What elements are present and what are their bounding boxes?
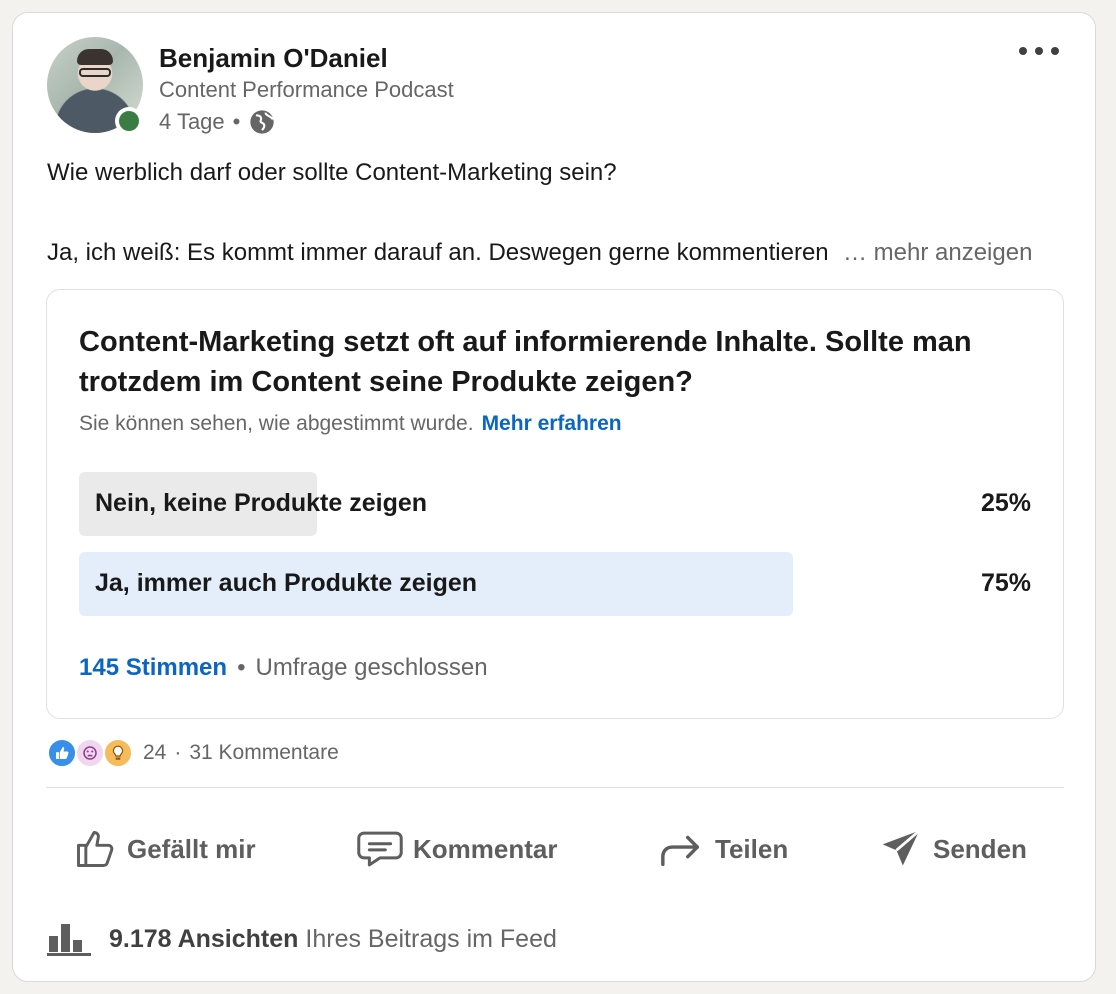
analytics-bar-icon (47, 924, 91, 956)
post-timestamp: 4 Tage (159, 109, 225, 134)
comment-icon (357, 831, 403, 867)
reaction-counts: 24 · 31 Kommentare (143, 741, 339, 765)
social-counts[interactable]: 24 · 31 Kommentare (47, 737, 339, 769)
comment-button[interactable]: Kommentar (357, 825, 557, 873)
author-subtitle: Content Performance Podcast (159, 77, 454, 102)
meta-separator: • (232, 109, 241, 134)
poll-footer: 145 Stimmen • Umfrage geschlossen (79, 654, 488, 682)
poll-option-1-percent: 25% (980, 489, 1031, 517)
poll-footer-separator: • (237, 654, 246, 681)
poll-option-1-label: Nein, keine Produkte zeigen (95, 489, 428, 517)
share-button[interactable]: Teilen (659, 825, 788, 873)
poll-option-2-percent: 75% (980, 569, 1031, 597)
learn-more-link[interactable]: Mehr erfahren (482, 412, 622, 436)
poll-visibility-note: Sie können sehen, wie abgestimmt wurde. … (79, 412, 622, 436)
see-more-link[interactable]: … mehr anzeigen (843, 239, 1032, 267)
poll-note-text: Sie können sehen, wie abgestimmt wurde. (79, 412, 474, 435)
post-card: Benjamin O'Daniel Content Performance Po… (12, 12, 1096, 982)
share-label: Teilen (715, 833, 789, 864)
share-arrow-icon (661, 835, 700, 867)
poll-status: Umfrage geschlossen (255, 654, 488, 681)
curious-icon (75, 738, 105, 768)
thumbs-up-icon (77, 831, 114, 867)
impressions-count: 9.178 Ansichten (109, 924, 299, 953)
poll-option-2: Ja, immer auch Produkte zeigen 75% (79, 552, 1031, 616)
avatar-hair (77, 49, 113, 65)
ellipsis-icon[interactable] (1015, 41, 1063, 61)
post-text-line-2: Ja, ich weiß: Es kommt immer darauf an. … (47, 239, 827, 266)
post-meta: 4 Tage • (159, 109, 276, 135)
send-icon (882, 829, 921, 866)
like-label: Gefällt mir (127, 833, 256, 864)
comment-count[interactable]: 31 Kommentare (189, 741, 338, 765)
impressions-text: 9.178 Ansichten Ihres Beitrags im Feed (109, 925, 557, 954)
globe-icon (250, 110, 275, 134)
divider (46, 787, 1064, 788)
poll-card: Content-Marketing setzt oft auf informie… (46, 289, 1064, 719)
reaction-count[interactable]: 24 (143, 741, 166, 765)
insightful-icon (103, 738, 133, 768)
poll-question: Content-Marketing setzt oft auf informie… (79, 326, 972, 398)
poll-option-1: Nein, keine Produkte zeigen 25% (79, 472, 1031, 536)
online-status-indicator (115, 107, 143, 135)
like-icon (47, 738, 77, 768)
comment-label: Kommentar (413, 833, 558, 864)
avatar-glasses (79, 68, 111, 77)
impressions-suffix: Ihres Beitrags im Feed (305, 924, 557, 953)
reaction-separator: · (174, 741, 182, 764)
send-label: Senden (933, 833, 1027, 864)
impressions-footer[interactable]: 9.178 Ansichten Ihres Beitrags im Feed (47, 921, 557, 957)
post-text-line-1: Wie werblich darf oder sollte Content-Ma… (47, 159, 617, 186)
poll-option-2-label: Ja, immer auch Produkte zeigen (95, 569, 478, 597)
send-button[interactable]: Senden (879, 825, 1027, 873)
author-name[interactable]: Benjamin O'Daniel (159, 43, 388, 74)
poll-votes-link[interactable]: 145 Stimmen (79, 654, 227, 682)
like-button[interactable]: Gefällt mir (73, 825, 256, 873)
